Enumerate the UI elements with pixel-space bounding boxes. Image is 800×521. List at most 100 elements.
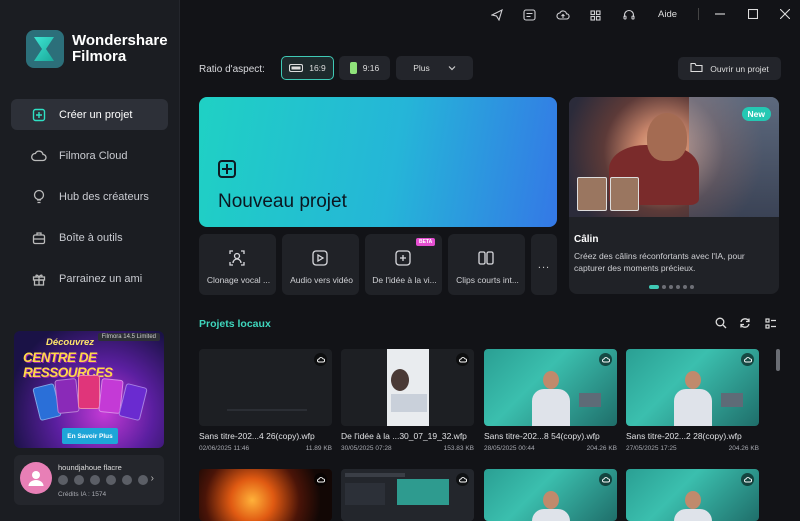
minimize-icon[interactable] xyxy=(711,6,729,22)
project-thumbnail xyxy=(626,349,759,426)
cloud-upload-icon[interactable] xyxy=(456,473,469,486)
close-icon[interactable] xyxy=(776,6,794,22)
refresh-icon[interactable] xyxy=(738,316,752,330)
filmora-logo-icon xyxy=(26,30,64,68)
sidebar-item-filmora-cloud[interactable]: Filmora Cloud xyxy=(11,140,168,171)
beta-badge: BETA xyxy=(416,238,436,246)
sidebar-item-label: Hub des créateurs xyxy=(59,190,149,203)
open-project-button[interactable]: Ouvrir un projet xyxy=(678,57,781,80)
ratio-9-16-label: 9:16 xyxy=(362,63,380,73)
project-card[interactable]: Sans titre-202...8 54(copy).wfp 28/05/20… xyxy=(484,349,617,452)
headset-icon[interactable] xyxy=(612,7,645,23)
new-badge: New xyxy=(741,107,771,121)
carousel-dot[interactable] xyxy=(683,285,687,289)
app-logo: Wondershare Filmora xyxy=(26,30,168,68)
project-thumbnail xyxy=(199,349,332,426)
brand-line1: Wondershare xyxy=(72,32,168,49)
cloud-upload-icon[interactable] xyxy=(599,473,612,486)
sidebar: Wondershare Filmora Créer un projet Film… xyxy=(0,0,180,521)
carousel-dot[interactable] xyxy=(690,285,694,289)
project-card[interactable]: Sans titre-202...2 28(copy).wfp 27/05/20… xyxy=(626,349,759,452)
project-thumbnail xyxy=(484,349,617,426)
cloud-upload-icon[interactable] xyxy=(599,353,612,366)
tool-short-clips[interactable]: Clips courts int... xyxy=(448,234,525,295)
list-view-icon[interactable] xyxy=(764,316,778,330)
tool-idea-to-video[interactable]: BETA De l'idée à la vi... xyxy=(365,234,442,295)
sidebar-item-label: Boîte à outils xyxy=(59,231,123,244)
cloud-upload-icon[interactable] xyxy=(741,473,754,486)
sidebar-item-toolbox[interactable]: Boîte à outils xyxy=(11,222,168,253)
cloud-upload-icon[interactable] xyxy=(456,353,469,366)
project-name: Sans titre-202...2 28(copy).wfp xyxy=(626,431,742,441)
sidebar-item-refer-friend[interactable]: Parrainez un ami xyxy=(11,263,168,294)
tool-label: De l'idée à la vi... xyxy=(372,275,437,285)
ai-credits: Crédits IA : 1574 xyxy=(58,491,107,498)
ratio-16-9-button[interactable]: 16:9 xyxy=(281,56,334,80)
add-square-icon xyxy=(31,107,47,123)
cloud-upload-icon[interactable] xyxy=(314,473,327,486)
tool-voice-clone[interactable]: Clonage vocal ... xyxy=(199,234,276,295)
project-name: Sans titre-202...4 26(copy).wfp xyxy=(199,431,315,441)
project-card[interactable] xyxy=(341,469,474,521)
folder-icon xyxy=(690,62,703,75)
sidebar-item-creator-hub[interactable]: Hub des créateurs xyxy=(11,181,168,212)
sidebar-item-create-project[interactable]: Créer un projet xyxy=(11,99,168,130)
titlebar-tools xyxy=(480,7,645,23)
sidebar-nav: Créer un projet Filmora Cloud Hub des cr… xyxy=(11,99,168,304)
badge-icon xyxy=(90,475,100,485)
account-badges xyxy=(58,475,148,485)
project-card[interactable]: De l'idée à la ...30_07_19_32.wfp 30/05/… xyxy=(341,349,474,452)
ratio-9-16-button[interactable]: 9:16 xyxy=(339,56,390,80)
account-name: houndjahoue flacre xyxy=(58,463,122,472)
cloud-upload-icon[interactable] xyxy=(546,7,579,23)
learn-more-button[interactable]: En Savoir Plus xyxy=(62,428,118,444)
chevron-down-icon xyxy=(448,63,456,73)
project-card[interactable]: Sans titre-202...4 26(copy).wfp 02/06/20… xyxy=(199,349,332,452)
project-size: 204.26 KB xyxy=(728,445,759,452)
tool-label: Clips courts int... xyxy=(456,275,519,285)
grid-icon[interactable] xyxy=(579,7,612,23)
promo-tag: Filmora 14.5 Limited xyxy=(97,333,160,341)
send-icon[interactable] xyxy=(480,7,513,23)
project-card[interactable] xyxy=(626,469,759,521)
cloud-upload-icon[interactable] xyxy=(314,353,327,366)
open-project-label: Ouvrir un projet xyxy=(710,63,769,74)
tool-label: Audio vers vidéo xyxy=(290,275,353,285)
carousel-dot[interactable] xyxy=(676,285,680,289)
project-size: 11.89 KB xyxy=(305,445,332,452)
project-card[interactable] xyxy=(199,469,332,521)
cloud-upload-icon[interactable] xyxy=(741,353,754,366)
carousel-dots[interactable] xyxy=(649,285,694,289)
promo-banner[interactable]: Filmora 14.5 Limited Découvrez CENTRE DE… xyxy=(14,331,164,448)
project-name: De l'idée à la ...30_07_19_32.wfp xyxy=(341,431,467,441)
project-thumbnail xyxy=(341,469,474,521)
audio-to-video-icon xyxy=(310,248,330,268)
local-projects-title: Projets locaux xyxy=(199,318,271,330)
titlebar-divider xyxy=(698,8,699,20)
carousel-dot[interactable] xyxy=(649,285,659,289)
badge-icon xyxy=(58,475,68,485)
project-size: 153.83 KB xyxy=(443,445,474,452)
short-clips-icon xyxy=(476,248,496,268)
project-card[interactable] xyxy=(484,469,617,521)
carousel-dot[interactable] xyxy=(662,285,666,289)
chevron-right-icon: › xyxy=(150,473,154,484)
more-tools-button[interactable]: ... xyxy=(531,234,557,295)
projects-scrollbar[interactable] xyxy=(776,349,780,371)
ratio-more-dropdown[interactable]: Plus xyxy=(396,56,473,80)
feedback-icon[interactable] xyxy=(513,7,546,23)
account-panel[interactable]: houndjahoue flacre Crédits IA : 1574 › xyxy=(14,455,164,505)
maximize-icon[interactable] xyxy=(744,6,762,22)
search-icon[interactable] xyxy=(714,316,728,330)
feature-description: Créez des câlins réconfortants avec l'IA… xyxy=(574,251,745,273)
feature-card[interactable]: New Câlin Créez des câlins réconfortants… xyxy=(569,97,779,294)
idea-to-video-icon xyxy=(393,248,413,268)
help-menu[interactable]: Aide xyxy=(658,9,677,20)
carousel-dot[interactable] xyxy=(669,285,673,289)
project-thumbnail xyxy=(626,469,759,521)
ratio-more-label: Plus xyxy=(413,63,430,73)
badge-icon xyxy=(106,475,116,485)
portrait-icon xyxy=(349,62,357,74)
tool-audio-to-video[interactable]: Audio vers vidéo xyxy=(282,234,359,295)
project-date: 02/06/2025 11:46 xyxy=(199,445,250,452)
